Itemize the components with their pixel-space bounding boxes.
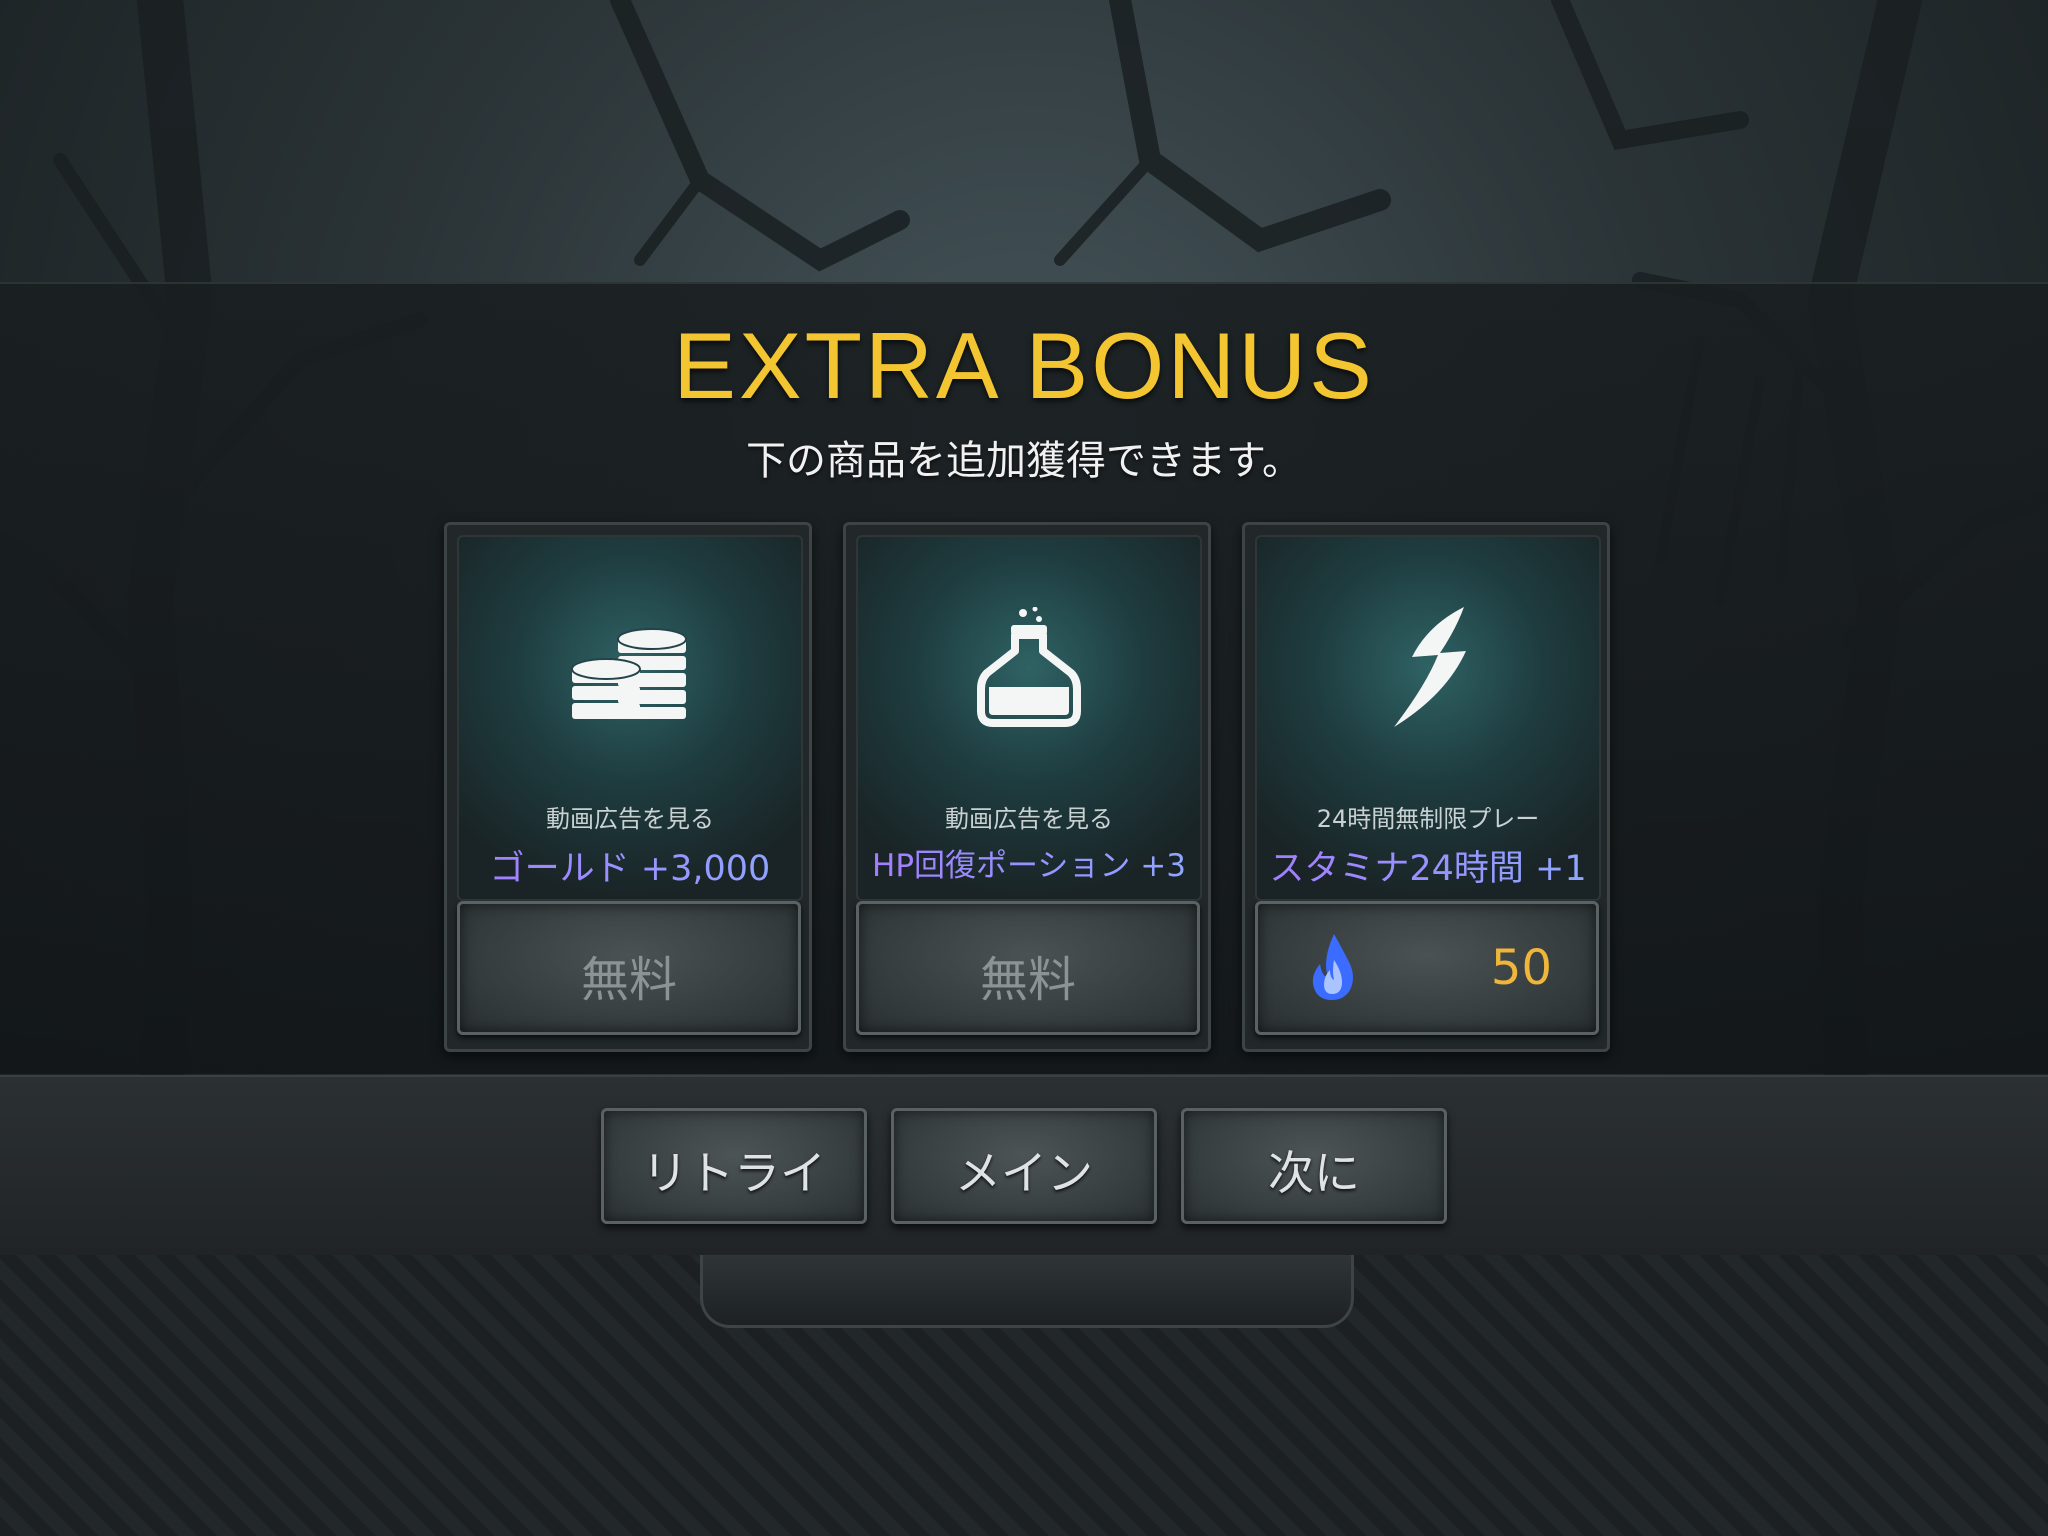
card-reward: スタミナ24時間 +1 bbox=[1257, 840, 1599, 891]
next-button[interactable]: 次に bbox=[1181, 1108, 1447, 1224]
free-button-potion[interactable]: 無料 bbox=[856, 901, 1200, 1035]
card-caption: 24時間無制限プレー bbox=[1316, 805, 1540, 833]
popup-title: EXTRA BONUS bbox=[673, 313, 1375, 418]
buy-button-stamina[interactable]: 50 bbox=[1255, 901, 1599, 1035]
next-button-label: 次に bbox=[1268, 1146, 1360, 1200]
card-panel: 動画広告を見る HP回復ポーション +3 bbox=[856, 535, 1202, 901]
bonus-card-stamina: 24時間無制限プレー スタミナ24時間 +1 50 bbox=[1242, 522, 1610, 1052]
popup-subtitle: 下の商品を追加獲得できます。 bbox=[746, 438, 1302, 484]
bonus-card-gold: 動画広告を見る ゴールド +3,000 無料 bbox=[444, 522, 812, 1052]
potion-flask-icon bbox=[977, 607, 1081, 727]
main-button[interactable]: メイン bbox=[891, 1108, 1157, 1224]
card-reward: HP回復ポーション +3 bbox=[858, 840, 1200, 885]
card-panel: 24時間無制限プレー スタミナ24時間 +1 bbox=[1255, 535, 1601, 901]
retry-button[interactable]: リトライ bbox=[601, 1108, 867, 1224]
main-button-label: メイン bbox=[955, 1146, 1093, 1200]
free-button-label: 無料 bbox=[580, 952, 677, 1008]
free-button-gold[interactable]: 無料 bbox=[457, 901, 801, 1035]
card-caption: 動画広告を見る bbox=[546, 805, 714, 833]
card-reward: ゴールド +3,000 bbox=[459, 840, 801, 891]
card-panel: 動画広告を見る ゴールド +3,000 bbox=[457, 535, 803, 901]
card-caption: 動画広告を見る bbox=[945, 805, 1113, 833]
ornament-plate bbox=[700, 1255, 1354, 1328]
retry-button-label: リトライ bbox=[642, 1146, 826, 1200]
lightning-bolt-icon bbox=[1394, 607, 1466, 727]
free-button-label: 無料 bbox=[979, 952, 1076, 1008]
bonus-card-potion: 動画広告を見る HP回復ポーション +3 無料 bbox=[843, 522, 1211, 1052]
cost-value: 50 bbox=[1490, 940, 1552, 996]
coins-icon bbox=[571, 628, 687, 719]
blue-flame-icon bbox=[1312, 934, 1353, 1000]
